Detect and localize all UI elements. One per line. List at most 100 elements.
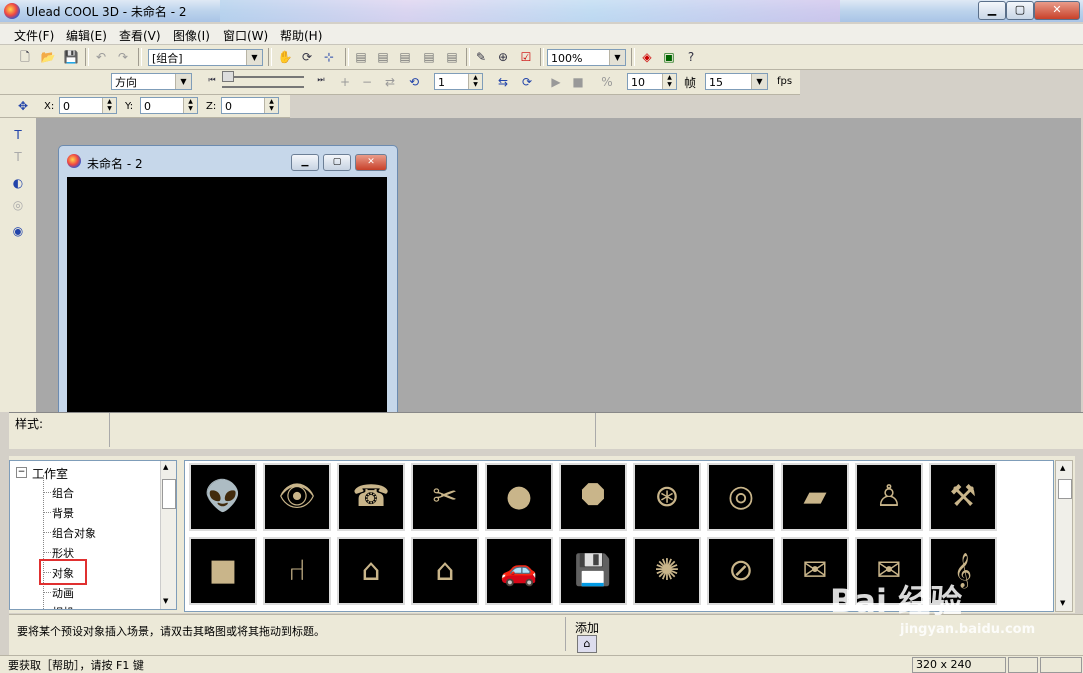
frame-count-input[interactable]: 10 ▲ ▼: [627, 73, 677, 90]
insert-text-icon[interactable]: T: [9, 126, 27, 144]
thumbnail-item[interactable]: ⌂: [411, 537, 479, 605]
thumbnail-item[interactable]: ⊛: [633, 463, 701, 531]
add-button[interactable]: ⌂: [577, 635, 597, 653]
spin-arrows-icon[interactable]: ▲ ▼: [102, 98, 116, 113]
spin-arrows-icon[interactable]: ▲ ▼: [662, 74, 676, 89]
undo-icon[interactable]: ↶: [92, 48, 110, 66]
render-canvas[interactable]: [67, 177, 387, 415]
align-icon-1[interactable]: ▤: [352, 48, 370, 66]
edit-text-icon[interactable]: T: [9, 148, 27, 166]
doc-minimize-button[interactable]: ▁: [291, 154, 319, 171]
group-select[interactable]: [组合] ▼: [148, 49, 263, 66]
insert-geometry-icon[interactable]: ◉: [9, 222, 27, 240]
category-tree[interactable]: − 工作室 组合 背景 组合对象 形状 对象 动画 相机 ▲ ▼: [9, 460, 177, 610]
tree-scrollbar[interactable]: ▲ ▼: [160, 461, 176, 609]
thumbnail-item[interactable]: ⚒: [929, 463, 997, 531]
thumbnail-item[interactable]: ⯃: [559, 463, 627, 531]
doc-close-button[interactable]: ✕: [355, 154, 387, 171]
thumbnail-item[interactable]: 👁: [263, 463, 331, 531]
thumbnail-item[interactable]: ▰: [781, 463, 849, 531]
menu-view[interactable]: 查看(V): [119, 27, 161, 44]
maximize-button[interactable]: ▢: [1006, 1, 1034, 20]
pingpong-icon[interactable]: ⇆: [494, 73, 512, 91]
redo-icon[interactable]: ↷: [114, 48, 132, 66]
spin-arrows-icon[interactable]: ▲ ▼: [264, 98, 278, 113]
zoom-select[interactable]: 100% ▼: [547, 49, 626, 66]
save-icon[interactable]: 💾: [62, 48, 80, 66]
help-pointer-icon[interactable]: ?: [682, 48, 700, 66]
scroll-thumb[interactable]: [162, 479, 176, 509]
collapse-icon[interactable]: −: [16, 467, 27, 478]
x-position-input[interactable]: 0 ▲ ▼: [59, 97, 117, 114]
effects-icon[interactable]: ◈: [638, 48, 656, 66]
thumbnail-item[interactable]: ✺: [633, 537, 701, 605]
thumbnail-item[interactable]: ☎: [337, 463, 405, 531]
thumbnail-item[interactable]: ♙: [855, 463, 923, 531]
tree-root[interactable]: 工作室: [32, 465, 68, 482]
resize-tool-icon[interactable]: ⊹: [320, 48, 338, 66]
align-icon-3[interactable]: ▤: [396, 48, 414, 66]
light-icon[interactable]: ✎: [472, 48, 490, 66]
chart-icon[interactable]: ☑: [517, 48, 535, 66]
menu-image[interactable]: 图像(I): [173, 27, 210, 44]
thumbnail-item[interactable]: ●: [485, 463, 553, 531]
thumbnail-item[interactable]: ⌂: [337, 537, 405, 605]
open-folder-icon[interactable]: 📂: [39, 48, 57, 66]
tree-item-animation[interactable]: 动画: [52, 585, 74, 601]
stop-icon[interactable]: ■: [569, 73, 587, 91]
align-icon-5[interactable]: ▤: [443, 48, 461, 66]
thumbnail-item[interactable]: ⊘: [707, 537, 775, 605]
first-frame-icon[interactable]: ⏮: [203, 71, 221, 89]
last-frame-icon[interactable]: ⏭: [312, 71, 330, 89]
document-window[interactable]: 未命名 - 2 ▁ ▢ ✕: [58, 145, 398, 415]
repeat-icon[interactable]: ⟳: [518, 73, 536, 91]
play-icon[interactable]: ▶: [547, 73, 565, 91]
hand-tool-icon[interactable]: ✋: [276, 48, 294, 66]
scroll-down-icon[interactable]: ▼: [163, 597, 168, 605]
scroll-up-icon[interactable]: ▲: [163, 463, 168, 471]
tree-item-group-object[interactable]: 组合对象: [52, 525, 96, 541]
thumbnail-item[interactable]: ⑁: [263, 537, 331, 605]
scroll-thumb[interactable]: [1058, 479, 1072, 499]
edit-shape-icon[interactable]: ◎: [9, 196, 27, 214]
tree-item-camera[interactable]: 相机: [52, 604, 74, 609]
tree-item-background[interactable]: 背景: [52, 505, 74, 521]
direction-select[interactable]: 方向 ▼: [111, 73, 192, 90]
reverse-icon[interactable]: ⇄: [381, 73, 399, 91]
z-position-input[interactable]: 0 ▲ ▼: [221, 97, 279, 114]
close-button[interactable]: ✕: [1034, 1, 1080, 20]
align-icon-2[interactable]: ▤: [374, 48, 392, 66]
move-object-icon[interactable]: ✥: [14, 97, 32, 115]
menu-edit[interactable]: 编辑(E): [66, 27, 107, 44]
thumbnail-item[interactable]: ✂: [411, 463, 479, 531]
thumbnail-item[interactable]: ◎: [707, 463, 775, 531]
y-position-input[interactable]: 0 ▲ ▼: [140, 97, 198, 114]
frame-slider-thumb[interactable]: [222, 71, 234, 82]
menu-window[interactable]: 窗口(W): [223, 27, 268, 44]
add-keyframe-icon[interactable]: +: [336, 73, 354, 91]
scroll-up-icon[interactable]: ▲: [1060, 464, 1065, 472]
percent-icon[interactable]: %: [598, 73, 616, 91]
frame-slider-track[interactable]: [222, 76, 304, 78]
tree-item-group[interactable]: 组合: [52, 485, 74, 501]
current-frame-input[interactable]: 1 ▲ ▼: [434, 73, 483, 90]
thumbnail-item[interactable]: 🚗: [485, 537, 553, 605]
doc-maximize-button[interactable]: ▢: [323, 154, 351, 171]
thumbnail-item[interactable]: 👽: [189, 463, 257, 531]
align-icon-4[interactable]: ▤: [420, 48, 438, 66]
thumbnail-item[interactable]: 💾: [559, 537, 627, 605]
remove-keyframe-icon[interactable]: −: [358, 73, 376, 91]
globe-icon[interactable]: ⊕: [494, 48, 512, 66]
spin-arrows-icon[interactable]: ▲ ▼: [468, 74, 482, 89]
fps-select[interactable]: 15 ▼: [705, 73, 768, 90]
insert-shape-icon[interactable]: ◐: [9, 174, 27, 192]
minimize-button[interactable]: ▁: [978, 1, 1006, 20]
rotate-tool-icon[interactable]: ⟳: [298, 48, 316, 66]
menu-help[interactable]: 帮助(H): [280, 27, 322, 44]
scroll-down-icon[interactable]: ▼: [1060, 599, 1065, 607]
menu-file[interactable]: 文件(F): [14, 27, 54, 44]
texture-icon[interactable]: ▣: [660, 48, 678, 66]
loop-icon[interactable]: ⟲: [405, 73, 423, 91]
thumbnail-item[interactable]: ■: [189, 537, 257, 605]
thumbnail-scrollbar[interactable]: ▲ ▼: [1055, 460, 1073, 612]
